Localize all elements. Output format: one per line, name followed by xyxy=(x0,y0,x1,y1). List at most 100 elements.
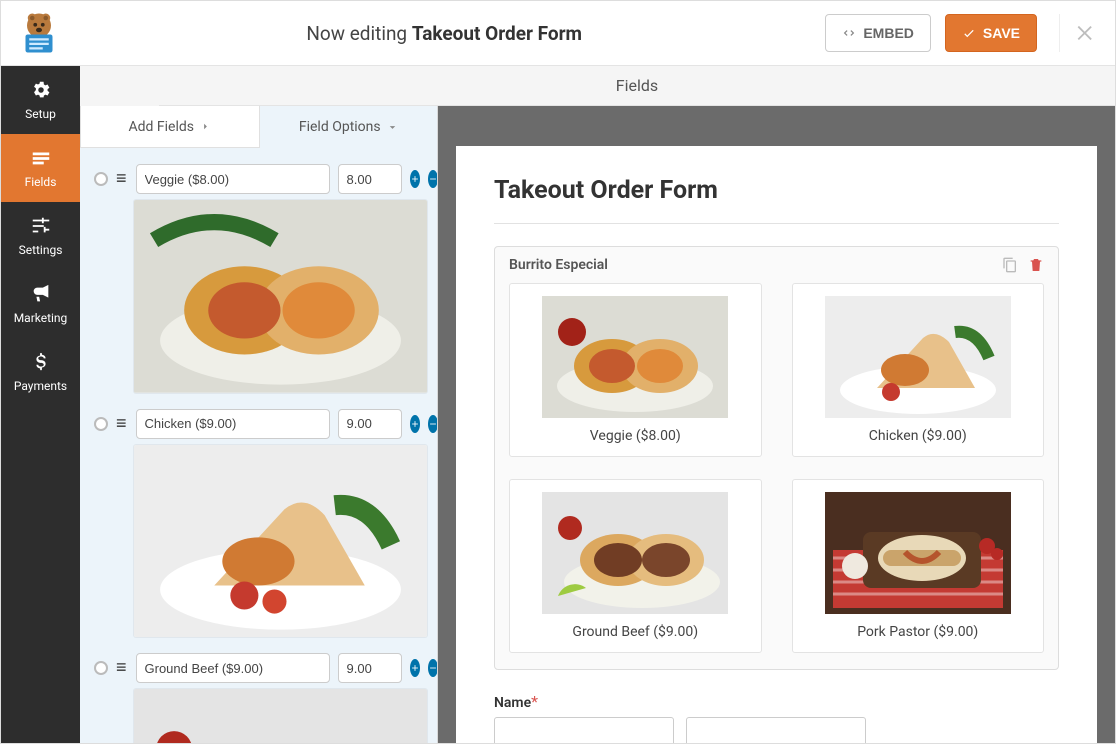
chevron-right-icon xyxy=(200,121,211,132)
nav-setup-label: Setup xyxy=(25,107,56,121)
add-choice-button[interactable] xyxy=(410,415,420,433)
choice-price-input[interactable] xyxy=(338,409,402,439)
add-choice-button[interactable] xyxy=(410,170,420,188)
tab-field-options[interactable]: Field Options xyxy=(260,106,438,148)
choices-grid: Veggie ($8.00) xyxy=(509,283,1044,653)
choice-caption: Chicken ($9.00) xyxy=(801,428,1036,444)
form-title: Takeout Order Form xyxy=(494,176,1059,205)
choice-default-radio[interactable] xyxy=(94,417,108,431)
choice-image-wrap xyxy=(94,194,427,403)
bullhorn-icon xyxy=(30,283,52,305)
remove-choice-button[interactable] xyxy=(428,170,437,188)
main-layout: Setup Fields Settings Marketing Payments… xyxy=(1,66,1115,743)
save-label: SAVE xyxy=(983,25,1020,41)
choice-caption: Veggie ($8.00) xyxy=(518,428,753,444)
nav-fields-label: Fields xyxy=(25,175,57,189)
choice-row: ≡ xyxy=(94,409,427,439)
drag-handle-icon[interactable]: ≡ xyxy=(116,662,128,674)
choice-card[interactable]: Veggie ($8.00) xyxy=(509,283,762,457)
remove-choice-button[interactable] xyxy=(428,659,437,677)
workspace: Fields Add Fields Field Options xyxy=(80,66,1115,743)
name-field[interactable]: Name* xyxy=(494,692,1059,743)
nav-payments-label: Payments xyxy=(14,379,67,393)
food-image-veggie[interactable] xyxy=(134,200,427,393)
nav-fields[interactable]: Fields xyxy=(1,134,80,202)
close-icon xyxy=(1075,22,1097,44)
choice-image-wrap xyxy=(94,683,427,743)
choice-label-input[interactable] xyxy=(136,164,330,194)
plus-icon xyxy=(410,419,420,429)
field-tools xyxy=(1002,257,1044,273)
form-icon xyxy=(30,147,52,169)
food-image-ground-beef xyxy=(542,492,728,614)
editing-heading: Now editing Takeout Order Form xyxy=(63,22,825,45)
required-mark: * xyxy=(531,692,538,711)
close-button[interactable] xyxy=(1059,14,1097,52)
check-icon xyxy=(962,26,976,40)
sidebar-nav: Setup Fields Settings Marketing Payments xyxy=(1,66,80,743)
field-head: Burrito Especial xyxy=(509,257,1044,273)
tab-add-fields[interactable]: Add Fields xyxy=(80,106,260,148)
top-actions: EMBED SAVE xyxy=(825,14,1097,52)
nav-marketing-label: Marketing xyxy=(14,311,68,325)
name-label: Name xyxy=(494,695,531,711)
choice-default-radio[interactable] xyxy=(94,172,108,186)
add-choice-button[interactable] xyxy=(410,659,420,677)
drag-handle-icon[interactable]: ≡ xyxy=(116,418,128,430)
choice-card[interactable]: Chicken ($9.00) xyxy=(792,283,1045,457)
choice-row: ≡ xyxy=(94,164,427,194)
nav-payments[interactable]: Payments xyxy=(1,338,80,406)
save-button[interactable]: SAVE xyxy=(945,14,1037,52)
nav-marketing[interactable]: Marketing xyxy=(1,270,80,338)
embed-label: EMBED xyxy=(863,25,914,41)
choice-label-input[interactable] xyxy=(136,409,330,439)
gear-icon xyxy=(30,79,52,101)
section-title: Fields xyxy=(159,66,1115,106)
divider xyxy=(494,223,1059,224)
panel-tabs: Add Fields Field Options xyxy=(80,106,437,148)
choice-price-input[interactable] xyxy=(338,653,402,683)
nav-settings-label: Settings xyxy=(19,243,63,257)
field-label: Burrito Especial xyxy=(509,257,608,273)
food-image-ground-beef[interactable] xyxy=(134,689,427,743)
trash-icon[interactable] xyxy=(1028,257,1044,273)
choice-caption: Ground Beef ($9.00) xyxy=(518,624,753,640)
preview-canvas-outer[interactable]: Takeout Order Form Burrito Especial xyxy=(438,106,1115,743)
nav-setup[interactable]: Setup xyxy=(1,66,80,134)
choice-label-input[interactable] xyxy=(136,653,330,683)
code-icon xyxy=(842,26,856,40)
drag-handle-icon[interactable]: ≡ xyxy=(116,173,128,185)
minus-icon xyxy=(428,174,437,184)
tab-options-label: Field Options xyxy=(299,119,381,135)
plus-icon xyxy=(410,663,420,673)
wpforms-logo xyxy=(15,9,63,57)
chevron-down-icon xyxy=(387,122,398,133)
panels: Add Fields Field Options ≡ xyxy=(80,106,1115,743)
choice-card[interactable]: Ground Beef ($9.00) xyxy=(509,479,762,653)
choice-image-wrap xyxy=(94,439,427,648)
food-image-chicken xyxy=(825,296,1011,418)
sliders-icon xyxy=(30,215,52,237)
food-image-chicken[interactable] xyxy=(134,445,427,638)
nav-settings[interactable]: Settings xyxy=(1,202,80,270)
remove-choice-button[interactable] xyxy=(428,415,437,433)
preview-canvas: Takeout Order Form Burrito Especial xyxy=(456,146,1097,743)
food-image-pork-pastor xyxy=(825,492,1011,614)
topbar: Now editing Takeout Order Form EMBED SAV… xyxy=(1,1,1115,66)
name-inputs xyxy=(494,717,1059,743)
field-block-burrito[interactable]: Burrito Especial xyxy=(494,246,1059,670)
left-panel: Add Fields Field Options ≡ xyxy=(80,106,438,743)
first-name-input[interactable] xyxy=(494,717,674,743)
last-name-input[interactable] xyxy=(686,717,866,743)
choice-default-radio[interactable] xyxy=(94,661,108,675)
editing-form-name: Takeout Order Form xyxy=(412,22,582,45)
editing-prefix: Now editing xyxy=(306,22,412,45)
embed-button[interactable]: EMBED xyxy=(825,14,931,52)
choice-price-input[interactable] xyxy=(338,164,402,194)
food-image-veggie xyxy=(542,296,728,418)
plus-icon xyxy=(410,174,420,184)
choice-card[interactable]: Pork Pastor ($9.00) xyxy=(792,479,1045,653)
options-scroll[interactable]: ≡ xyxy=(80,148,437,743)
duplicate-icon[interactable] xyxy=(1002,257,1018,273)
tab-add-label: Add Fields xyxy=(129,119,195,135)
